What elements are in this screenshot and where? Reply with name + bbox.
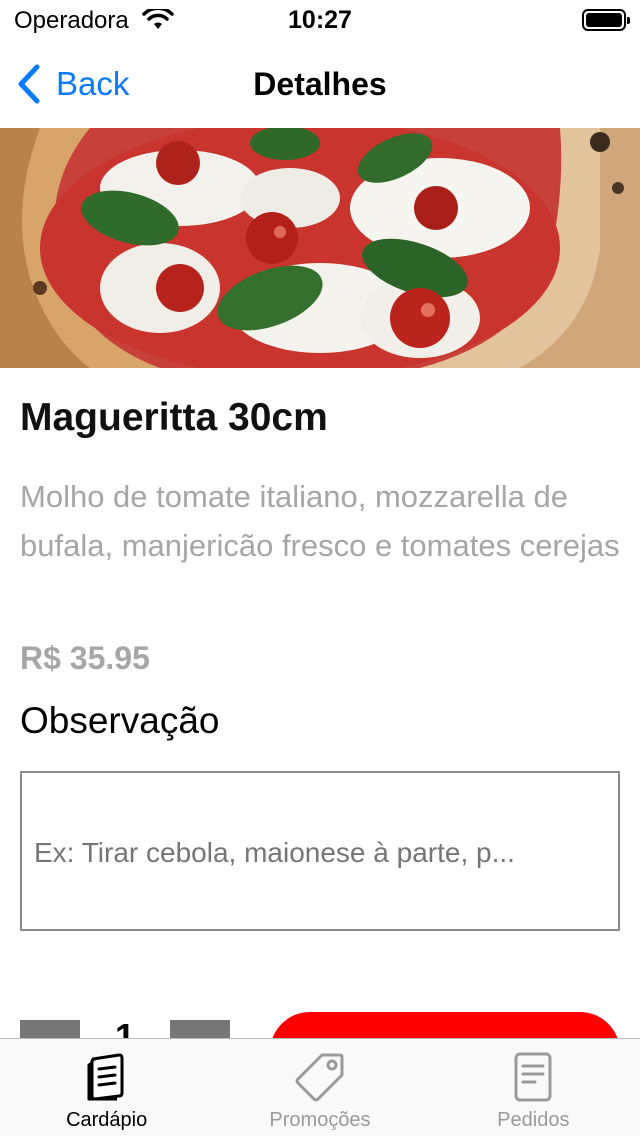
document-icon	[514, 1052, 552, 1102]
tab-label: Pedidos	[497, 1109, 570, 1131]
product-name: Magueritta 30cm	[20, 396, 328, 439]
product-image	[0, 128, 640, 368]
tab-bar: Cardápio Promoções Pedidos	[0, 1038, 640, 1136]
details-screen: Operadora 10:27 Back Detalhes Magueritta…	[0, 0, 640, 1136]
status-time: 10:27	[288, 6, 352, 34]
tab-cardapio[interactable]: Cardápio	[0, 1039, 213, 1136]
tab-label: Cardápio	[66, 1109, 148, 1131]
observation-input[interactable]	[34, 833, 594, 873]
product-price: R$ 35.95	[20, 640, 150, 676]
observation-label: Observação	[20, 700, 220, 741]
page-title: Detalhes	[253, 66, 387, 102]
observation-field[interactable]	[20, 771, 620, 931]
navigation-bar: Back Detalhes	[0, 40, 640, 128]
product-description: Molho de tomate italiano, mozzarella de …	[20, 479, 620, 563]
tag-icon	[295, 1053, 344, 1102]
status-bar: Operadora 10:27	[0, 0, 640, 40]
battery-icon	[582, 9, 630, 31]
tab-label: Promoções	[269, 1109, 371, 1131]
pizza-photo-icon	[0, 128, 640, 368]
tab-promocoes[interactable]: Promoções	[213, 1039, 426, 1136]
tab-pedidos[interactable]: Pedidos	[427, 1039, 640, 1136]
menu-book-icon	[87, 1053, 124, 1101]
